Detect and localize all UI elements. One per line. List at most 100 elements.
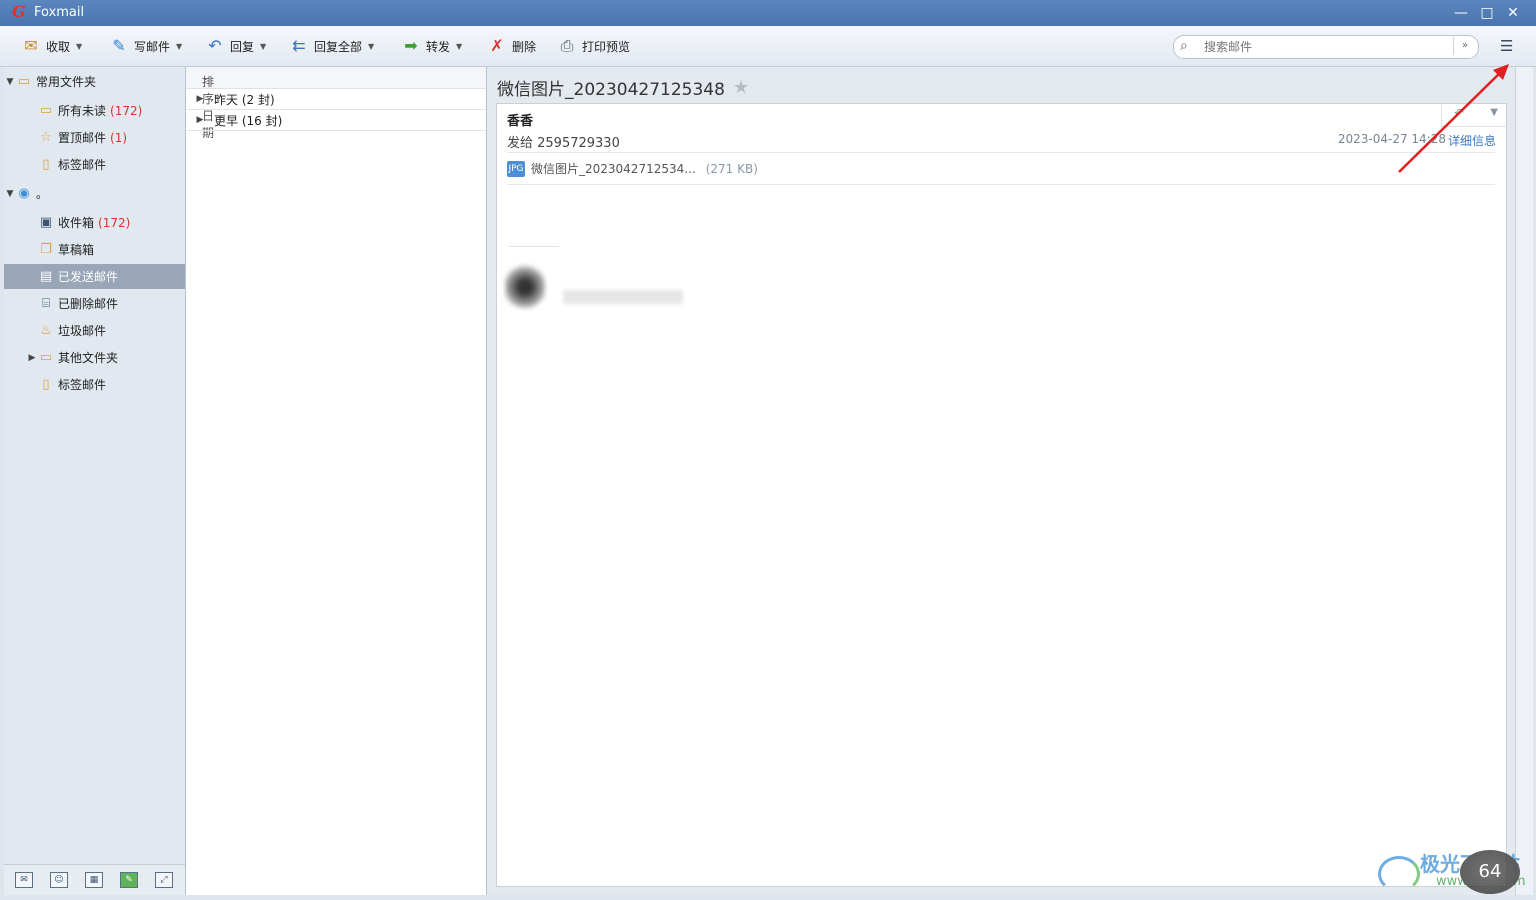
mail-date: 2023-04-27 14:28 (1337, 132, 1446, 146)
sidebar-item-label: 标签邮件 (58, 378, 107, 392)
mail-view-icon[interactable]: ✉ (15, 872, 33, 888)
inbox-count: (172) (98, 215, 131, 230)
account-color-icon: ◉ (18, 185, 30, 201)
folder-icon: ▭ (39, 102, 53, 118)
receive-button[interactable]: ✉ 收取 ▼ (20, 34, 82, 58)
reply-small-icon[interactable]: ↶ (1454, 106, 1464, 120)
maximize-button[interactable]: □ (1478, 4, 1496, 22)
drafts-icon: ❐ (40, 241, 52, 257)
delete-label: 删除 (512, 39, 537, 54)
sort-bar[interactable]: 排序:日期 ⌄ (186, 67, 486, 140)
sidebar-item-drafts[interactable]: ❐ 草稿箱 (4, 237, 185, 262)
chevron-down-icon[interactable]: ▼ (368, 42, 374, 51)
chevron-down-icon[interactable]: ▼ (456, 42, 462, 51)
search-options-chevron-icon[interactable]: » (1453, 37, 1476, 55)
minimize-button[interactable]: — (1452, 4, 1470, 22)
chevron-down-icon: ⌄ (202, 73, 210, 83)
forward-button[interactable]: ➡ 转发 ▼ (400, 34, 462, 58)
sidebar-item-pinned[interactable]: ☆ 置顶邮件 (1) (4, 125, 185, 150)
chevron-down-icon[interactable]: ▼ (76, 42, 82, 51)
pinned-count: (1) (110, 130, 128, 145)
sidebar-item-label: 已发送邮件 (58, 270, 119, 284)
attachment-name[interactable]: 微信图片_2023042712534... (531, 160, 696, 177)
unread-count: (172) (110, 103, 143, 118)
sidebar-item-deleted[interactable]: ⌸ 已删除邮件 (4, 291, 185, 316)
expand-triangle-icon[interactable]: ▶ (26, 353, 38, 363)
search-input[interactable] (1202, 38, 1446, 56)
folder-icon: ▭ (39, 349, 53, 365)
expand-triangle-icon[interactable]: ▼ (4, 189, 16, 199)
delete-button[interactable]: ✗ 删除 (486, 34, 536, 58)
recipient-line: 发给 2595729330 (507, 136, 620, 151)
sidebar-item-label: 其他文件夹 (58, 351, 119, 365)
forward-label: 转发 (426, 39, 451, 54)
expand-triangle-icon[interactable]: ▶ (186, 115, 214, 125)
forward-arrow-icon: ➡ (404, 36, 418, 55)
left-footer-bar: ✉ ☺ ▦ ✎ ⤢ (4, 864, 185, 895)
right-scrollbar[interactable] (1515, 67, 1533, 895)
sidebar-item-inbox[interactable]: ▣ 收件箱 (172) (4, 210, 185, 235)
close-button[interactable]: ✕ (1504, 4, 1522, 22)
list-group-yesterday[interactable]: ▶ 昨天 (2 封) (186, 89, 486, 110)
mail-subject-row: 微信图片_20230427125348 ★ (497, 75, 749, 100)
sidebar-item-junk[interactable]: ♨ 垃圾邮件 (4, 318, 185, 343)
common-folders-label: 常用文件夹 (36, 75, 97, 89)
sidebar-item-other-folders[interactable]: ▶ ▭ 其他文件夹 (4, 345, 185, 370)
expand-triangle-icon[interactable]: ▼ (4, 77, 16, 87)
sidebar-item-label: 收件箱 (58, 216, 95, 230)
printer-icon: ⎙ (560, 36, 574, 55)
main-menu-list-icon[interactable]: ☰ (1500, 38, 1518, 54)
reply-button[interactable]: ↶ 回复 ▼ (204, 34, 266, 58)
feeds-icon[interactable]: ⤢ (155, 872, 173, 888)
sidebar-item-sent[interactable]: ▤ 已发送邮件 (4, 264, 185, 289)
app-title: Foxmail (34, 5, 85, 20)
chevron-down-icon[interactable]: ▼ (1490, 107, 1498, 118)
calendar-icon[interactable]: ▦ (85, 872, 103, 888)
group-label: 昨天 (2 封) (214, 92, 275, 107)
reply-label: 回复 (230, 39, 255, 54)
reply-arrow-icon: ↶ (208, 36, 222, 55)
star-icon[interactable]: ★ (733, 77, 749, 98)
sidebar-item-label: 草稿箱 (58, 243, 95, 257)
watermark: 极光下载站 www.xz7.com 64 (1378, 846, 1533, 898)
expand-triangle-icon[interactable]: ▶ (186, 94, 214, 104)
mail-card: ↶ ▼ 香香 发给 2595729330 2023-04-27 14:28 详细… (496, 103, 1507, 887)
message-list-pane: 排序:日期 ⌄ ▶ 昨天 (2 封) ▶ 更早 (16 封) (186, 67, 487, 895)
tag-folder-icon: ▯ (42, 156, 50, 172)
reply-all-button[interactable]: ⇇ 回复全部 ▼ (288, 34, 374, 58)
sidebar-item-tagged[interactable]: ▯ 标签邮件 (4, 152, 185, 177)
receive-label: 收取 (46, 39, 71, 54)
chevron-down-icon[interactable]: ▼ (176, 42, 182, 51)
jpg-file-icon: JPG (507, 160, 525, 177)
sidebar-item-label: 已删除邮件 (58, 297, 119, 311)
chevron-down-icon[interactable]: ▼ (260, 42, 266, 51)
feather-pen-icon: ✎ (112, 36, 126, 55)
list-group-earlier[interactable]: ▶ 更早 (16 封) (186, 110, 486, 131)
title-bar: G Foxmail — □ ✕ (0, 0, 1536, 26)
signature-divider (509, 246, 559, 247)
sidebar-item-label: 置顶邮件 (58, 131, 107, 145)
print-preview-label: 打印预览 (582, 39, 631, 54)
inbox-tray-icon: ✉ (24, 36, 38, 55)
sidebar-item-all-unread[interactable]: ▭ 所有未读 (172) (4, 98, 185, 123)
blurred-signature-text (563, 290, 683, 304)
contacts-icon[interactable]: ☺ (50, 872, 68, 888)
sidebar-item-label: 垃圾邮件 (58, 324, 107, 338)
watermark-badge: 64 (1460, 850, 1520, 894)
inbox-icon: ▣ (39, 214, 53, 230)
blurred-avatar (505, 264, 545, 310)
details-link[interactable]: 详细信息 (1448, 132, 1496, 149)
tree-common-folders[interactable]: ▼ ▭ 常用文件夹 (4, 69, 185, 94)
search-box[interactable]: ⌕ » (1173, 35, 1479, 59)
sender-name[interactable]: 香香 (507, 110, 533, 129)
compose-button[interactable]: ✎ 写邮件 ▼ (108, 34, 182, 58)
compose-label: 写邮件 (134, 39, 171, 54)
header-actions: ↶ ▼ (1441, 104, 1506, 127)
print-preview-button[interactable]: ⎙ 打印预览 (556, 34, 630, 58)
attachment-row[interactable]: JPG 微信图片_2023042712534... (271 KB) (507, 152, 1495, 185)
notes-icon[interactable]: ✎ (120, 872, 138, 888)
trash-icon: ⌸ (42, 295, 50, 311)
tree-account[interactable]: ▼ ◉ 。 (4, 181, 185, 206)
attachment-size: (271 KB) (705, 161, 758, 176)
sidebar-item-tagged-account[interactable]: ▯ 标签邮件 (4, 372, 185, 397)
